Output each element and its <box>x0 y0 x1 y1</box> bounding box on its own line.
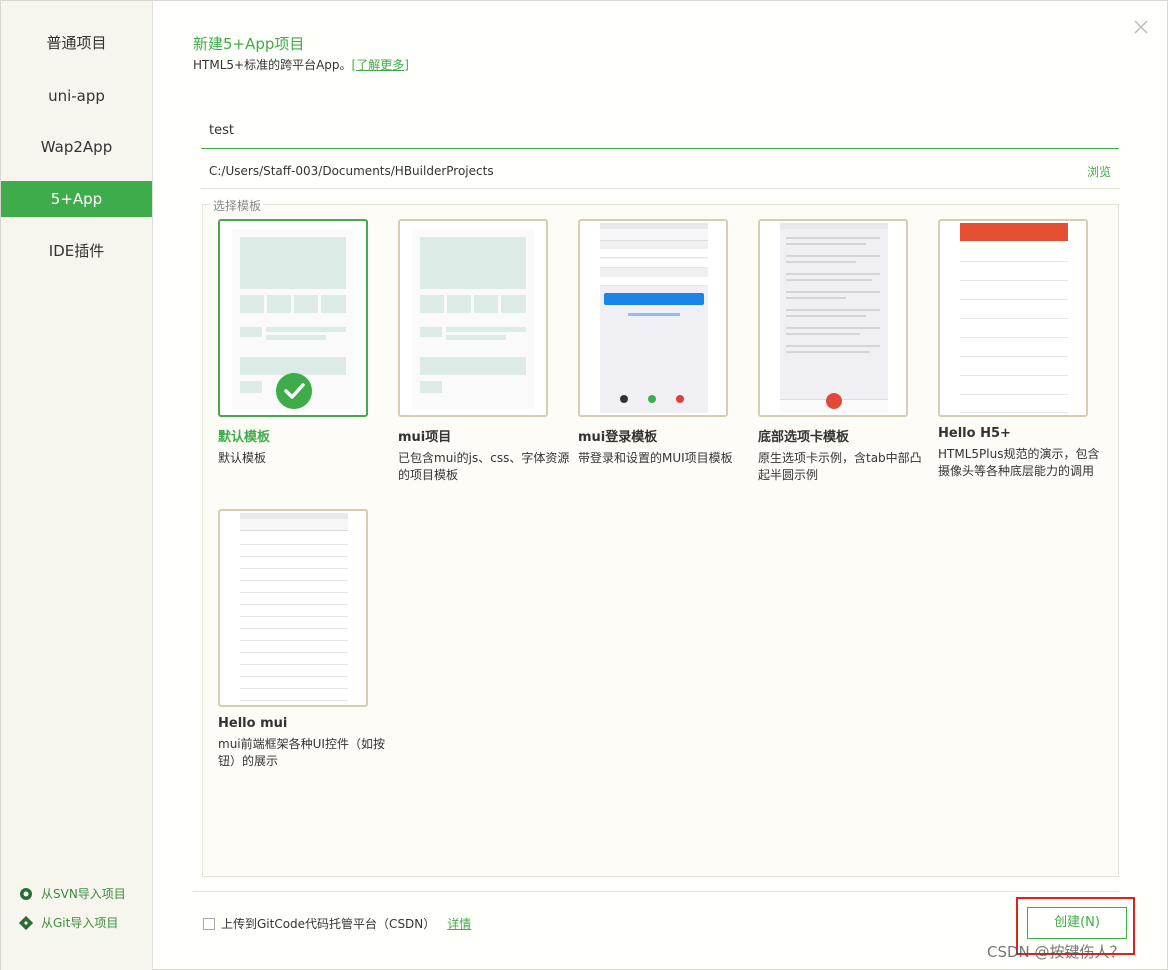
git-icon <box>19 915 33 930</box>
browse-button[interactable]: 浏览 <box>1087 163 1111 180</box>
template-thumbnail <box>578 219 728 417</box>
import-git-label: 从Git导入项目 <box>41 916 119 930</box>
template-card-hello-mui[interactable]: Hello mui mui前端框架各种UI控件（如按钮）的展示 <box>218 509 385 770</box>
detail-link[interactable]: 详情 <box>447 915 471 932</box>
template-group-legend: 选择模板 <box>211 197 264 214</box>
phone-mock <box>960 223 1068 413</box>
template-thumbnail <box>938 219 1088 417</box>
selected-check-icon <box>276 373 312 409</box>
subtitle-text: HTML5+标准的跨平台App。 <box>193 58 352 72</box>
project-path-field[interactable]: C:/Users/Staff-003/Documents/HBuilderPro… <box>209 164 494 178</box>
sidebar-item-ide-plugin[interactable]: IDE插件 <box>1 233 152 269</box>
template-desc: 默认模板 <box>218 451 267 465</box>
template-desc: 已包含mui的js、css、字体资源的项目模板 <box>398 451 570 482</box>
phone-mock <box>240 513 348 703</box>
template-name: 默认模板 <box>218 430 271 445</box>
import-svn-link[interactable]: 从SVN导入项目 <box>19 885 126 902</box>
template-name: Hello H5+ <box>938 426 1011 441</box>
upload-checkbox[interactable] <box>203 917 215 930</box>
template-desc: mui前端框架各种UI控件（如按钮）的展示 <box>218 737 385 768</box>
import-svn-label: 从SVN导入项目 <box>41 887 126 901</box>
template-name: Hello mui <box>218 716 288 731</box>
import-git-link[interactable]: 从Git导入项目 <box>19 914 118 931</box>
template-desc: HTML5Plus规范的演示，包含摄像头等各种底层能力的调用 <box>938 447 1100 478</box>
template-thumbnail <box>398 219 548 417</box>
sidebar-item-normal-project[interactable]: 普通项目 <box>1 25 152 61</box>
template-name: 底部选项卡模板 <box>758 430 850 445</box>
template-card-mui-login[interactable]: mui登录模板 带登录和设置的MUI项目模板 <box>578 219 733 467</box>
svn-icon <box>20 887 32 900</box>
upload-option: 上传到GitCode代码托管平台（CSDN） 详情 <box>203 915 471 932</box>
template-card-default[interactable]: 默认模板 默认模板 <box>218 219 368 467</box>
template-name: mui项目 <box>398 430 452 445</box>
template-thumbnail <box>218 509 368 707</box>
create-button[interactable]: 创建(N) <box>1027 907 1127 939</box>
upload-label: 上传到GitCode代码托管平台（CSDN） <box>221 917 436 931</box>
template-thumbnail <box>218 219 368 417</box>
footer-divider <box>193 891 1119 892</box>
page-subtitle: HTML5+标准的跨平台App。[了解更多] <box>193 56 409 73</box>
template-desc: 原生选项卡示例，含tab中部凸起半圆示例 <box>758 451 922 482</box>
sidebar-item-wap2app[interactable]: Wap2App <box>1 129 152 165</box>
template-card-mui-project[interactable]: mui项目 已包含mui的js、css、字体资源的项目模板 <box>398 219 569 484</box>
learn-more-link[interactable]: [了解更多] <box>352 58 409 72</box>
template-card-bottom-tab[interactable]: 底部选项卡模板 原生选项卡示例，含tab中部凸起半圆示例 <box>758 219 922 484</box>
template-name: mui登录模板 <box>578 430 658 445</box>
sidebar: 普通项目 uni-app Wap2App 5+App IDE插件 从SVN导入项… <box>1 1 153 970</box>
project-name-input[interactable] <box>201 113 1119 149</box>
close-icon[interactable] <box>1131 17 1151 37</box>
watermark: CSDN @按键伤人？ <box>987 943 1125 961</box>
sidebar-item-uni-app[interactable]: uni-app <box>1 78 152 114</box>
phone-mock <box>780 223 888 413</box>
project-path-row: C:/Users/Staff-003/Documents/HBuilderPro… <box>201 157 1119 189</box>
template-card-hello-h5plus[interactable]: Hello H5+ HTML5Plus规范的演示，包含摄像头等各种底层能力的调用 <box>938 219 1099 480</box>
template-thumbnail <box>758 219 908 417</box>
phone-mock <box>600 223 708 413</box>
template-desc: 带登录和设置的MUI项目模板 <box>578 451 733 465</box>
new-project-dialog: 普通项目 uni-app Wap2App 5+App IDE插件 从SVN导入项… <box>0 0 1168 970</box>
page-title: 新建5+App项目 <box>193 35 305 53</box>
page-mock <box>412 229 534 409</box>
sidebar-item-5plus-app[interactable]: 5+App <box>1 181 152 217</box>
